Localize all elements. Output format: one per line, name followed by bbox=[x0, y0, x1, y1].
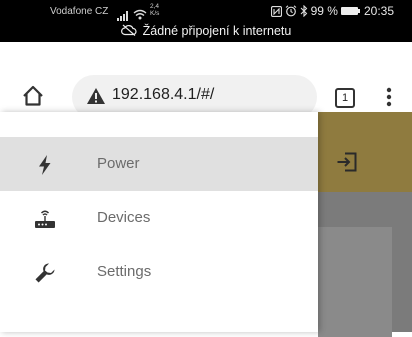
drawer-item-settings[interactable]: Settings bbox=[0, 245, 318, 299]
carrier-name: Vodafone CZ bbox=[50, 6, 109, 17]
battery-percent: 99 % bbox=[310, 4, 338, 18]
nfc-icon bbox=[270, 5, 282, 17]
more-options-icon[interactable] bbox=[386, 86, 392, 108]
cloud-off-icon bbox=[120, 24, 137, 39]
status-bar: Vodafone CZ 2,4 K/s 99 % 20:35 Žádné při… bbox=[0, 0, 412, 42]
network-speed-unit: K/s bbox=[150, 10, 160, 17]
logout-icon[interactable] bbox=[336, 152, 358, 172]
drawer-item-power[interactable]: Power bbox=[0, 137, 318, 191]
wrench-icon bbox=[34, 262, 56, 284]
content-card bbox=[318, 227, 392, 337]
drawer-item-devices[interactable]: Devices bbox=[0, 191, 318, 245]
battery-icon bbox=[340, 6, 361, 16]
network-speed-value: 2,4 bbox=[150, 3, 160, 10]
clock-time: 20:35 bbox=[363, 4, 394, 18]
url-text[interactable]: 192.168.4.1/#/ bbox=[112, 86, 214, 104]
browser-toolbar: 192.168.4.1/#/ 1 bbox=[0, 42, 412, 119]
alarm-icon bbox=[285, 5, 297, 17]
bolt-icon bbox=[34, 154, 56, 176]
drawer-item-label: Power bbox=[97, 155, 140, 172]
network-speed: 2,4 K/s bbox=[150, 3, 170, 17]
no-connection-notice: Žádné připojení k internetu bbox=[142, 24, 292, 38]
navigation-drawer: Power Devices Settings bbox=[0, 112, 318, 332]
bluetooth-icon bbox=[300, 5, 308, 17]
warning-icon[interactable] bbox=[86, 87, 106, 110]
drawer-item-label: Settings bbox=[97, 263, 152, 280]
router-icon bbox=[34, 208, 56, 230]
drawer-item-label: Devices bbox=[97, 209, 151, 226]
tab-switcher-button[interactable]: 1 bbox=[335, 88, 355, 108]
home-icon[interactable] bbox=[21, 84, 45, 108]
